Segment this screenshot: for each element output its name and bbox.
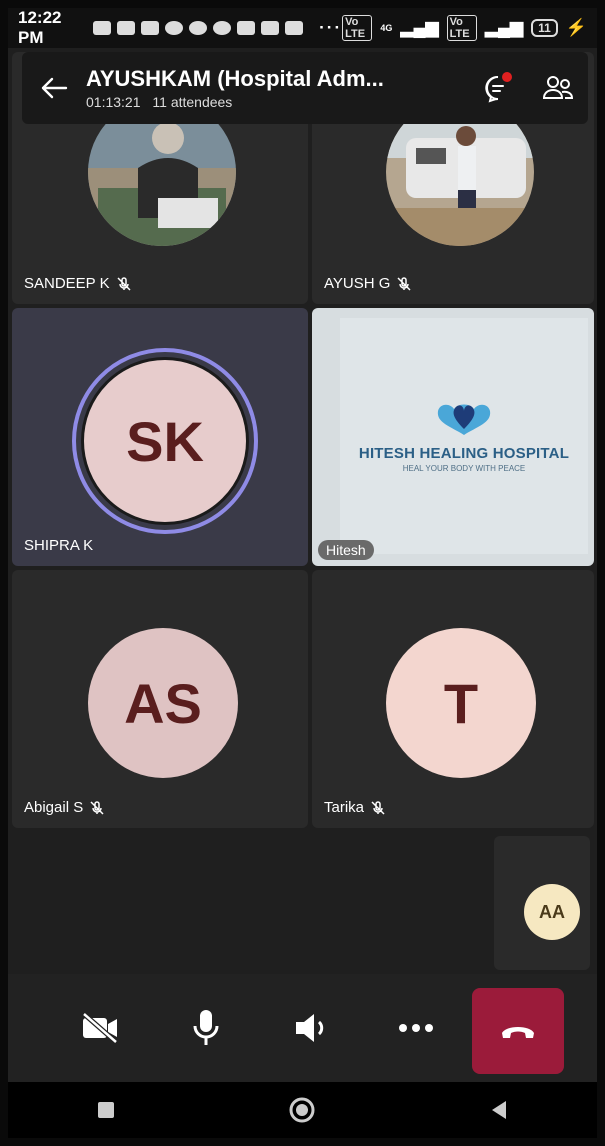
participants-button[interactable] <box>528 52 588 124</box>
participant-name: Abigail S <box>24 799 84 816</box>
youtube-icon <box>261 21 280 35</box>
back-nav-button[interactable] <box>479 1090 519 1130</box>
avatar-initials: AA <box>524 884 580 940</box>
app-icon <box>237 21 256 35</box>
hospital-name: HITESH HEALING HOSPITAL <box>358 445 570 462</box>
meeting-meta: 01:13:21 11 attendees <box>86 94 468 110</box>
mic-off-icon <box>397 276 411 291</box>
participant-name: Hitesh <box>318 540 374 560</box>
call-controls <box>8 974 597 1082</box>
charging-icon: ⚡ <box>565 18 587 37</box>
home-icon <box>289 1097 315 1123</box>
participant-name-row: AYUSH G <box>324 275 412 292</box>
recents-button[interactable] <box>86 1090 126 1130</box>
active-speaker-ring: SK <box>72 348 258 534</box>
speaker-icon <box>296 1014 324 1042</box>
participant-name-row: SANDEEP K <box>24 275 132 292</box>
participant-name: Tarika <box>324 799 365 816</box>
network-type: 4G <box>380 23 393 33</box>
back-arrow-icon <box>41 77 68 99</box>
status-bar: 12:22 PM ··· Vo LTE 4G ▂▄▆ Vo LTE ▂▄▆ 11… <box>8 8 597 48</box>
participant-tile-active[interactable]: SK SHIPRA K <box>12 308 308 566</box>
overflow-participant-tile[interactable]: AA <box>494 836 590 970</box>
jio-icon <box>165 21 184 35</box>
end-call-button[interactable] <box>472 988 564 1074</box>
mic-off-icon <box>371 800 385 815</box>
participant-name-row: SHIPRA K <box>24 537 93 554</box>
more-button[interactable] <box>392 1004 440 1052</box>
people-icon <box>542 76 574 99</box>
participant-name: SHIPRA K <box>24 537 94 554</box>
microphone-button[interactable] <box>182 1004 230 1052</box>
mic-off-icon <box>90 800 104 815</box>
volte-badge: Vo LTE <box>446 15 477 41</box>
volte-badge: Vo LTE <box>342 15 373 41</box>
shared-logo-card: HITESH HEALING HOSPITAL HEAL YOUR BODY W… <box>340 318 588 554</box>
back-button[interactable] <box>22 52 86 124</box>
home-button[interactable] <box>282 1090 322 1130</box>
more-icon <box>399 1024 433 1032</box>
hospital-logo-icon <box>437 404 491 435</box>
message-notification-icon <box>93 21 112 35</box>
facebook-icon <box>213 21 232 35</box>
unread-dot <box>502 72 512 82</box>
back-triangle-icon <box>491 1101 506 1119</box>
microphone-icon <box>193 1010 219 1045</box>
hospital-tagline: HEAL YOUR BODY WITH PEACE <box>402 464 526 473</box>
status-right: Vo LTE 4G ▂▄▆ Vo LTE ▂▄▆ 11 ⚡ <box>342 15 587 41</box>
battery-icon: 11 <box>531 19 558 37</box>
participant-name: SANDEEP K <box>24 275 110 292</box>
more-notifications-icon: ··· <box>319 18 343 37</box>
chat-button[interactable] <box>468 52 528 124</box>
avatar-initials: AS <box>88 628 238 778</box>
grid-icon <box>285 21 304 35</box>
facebook-icon <box>189 21 208 35</box>
meeting-info[interactable]: AYUSHKAM (Hospital Adm... 01:13:21 11 at… <box>86 66 468 110</box>
message-notification-icon <box>117 21 136 35</box>
meeting-title: AYUSHKAM (Hospital Adm... <box>86 66 384 91</box>
participant-tile[interactable]: T Tarika <box>312 570 594 828</box>
speaker-button[interactable] <box>288 1004 336 1052</box>
recents-icon <box>98 1102 115 1118</box>
end-call-icon <box>502 1027 534 1038</box>
attendee-count: 11 attendees <box>152 94 233 110</box>
participant-name-row: Tarika <box>324 799 386 816</box>
signal-icon: ▂▄▆ <box>400 18 439 37</box>
camera-off-icon <box>82 1012 118 1044</box>
participant-name-row: Abigail S <box>24 799 105 816</box>
avatar-initials: SK <box>81 357 249 525</box>
notification-icons: ··· <box>93 18 342 38</box>
message-notification-icon <box>141 21 160 35</box>
participant-tile[interactable]: HITESH HEALING HOSPITAL HEAL YOUR BODY W… <box>312 308 594 566</box>
participant-name: AYUSH G <box>324 275 391 292</box>
meeting-header: AYUSHKAM (Hospital Adm... 01:13:21 11 at… <box>22 52 588 124</box>
camera-toggle-button[interactable] <box>76 1004 124 1052</box>
participant-tile[interactable]: AS Abigail S <box>12 570 308 828</box>
status-time: 12:22 PM <box>18 8 62 47</box>
mic-off-icon <box>117 276 131 291</box>
meeting-screen: 12:22 PM ··· Vo LTE 4G ▂▄▆ Vo LTE ▂▄▆ 11… <box>8 8 597 1138</box>
signal-icon: ▂▄▆ <box>484 18 524 37</box>
meeting-duration: 01:13:21 <box>86 94 141 110</box>
avatar-initials: T <box>386 628 536 778</box>
system-navigation-bar <box>8 1082 597 1138</box>
